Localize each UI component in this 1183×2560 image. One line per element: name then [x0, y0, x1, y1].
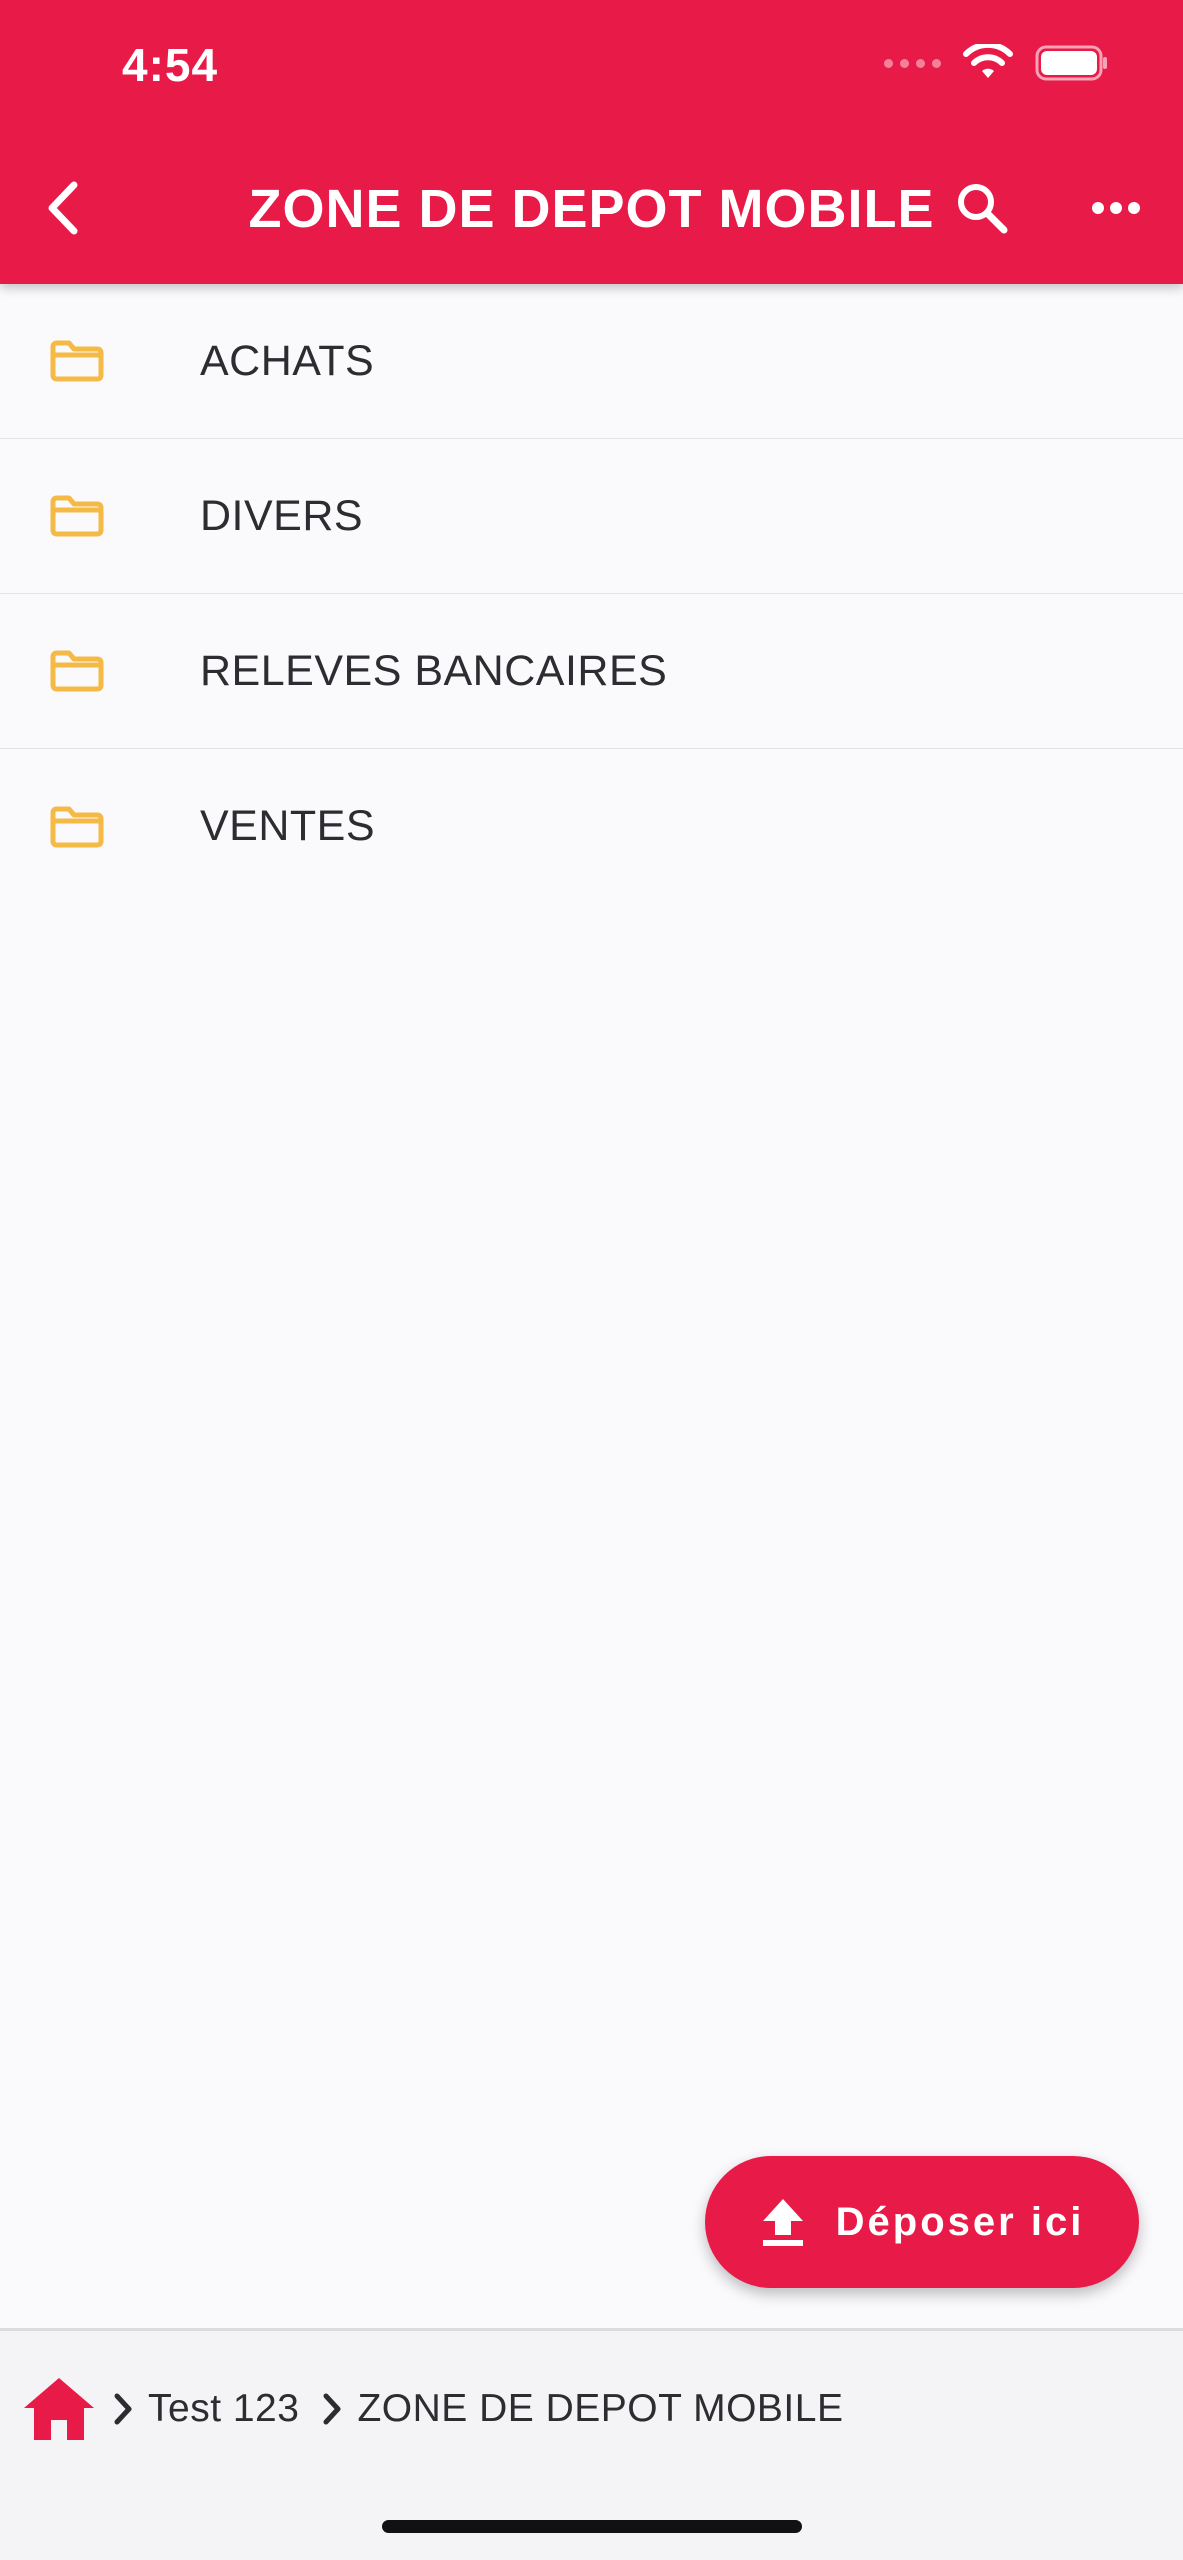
folder-label: VENTES [200, 802, 376, 850]
upload-fab-label: Déposer ici [835, 2199, 1085, 2244]
home-icon [24, 2378, 94, 2440]
upload-icon [762, 2199, 803, 2246]
folder-list: ACHATS DIVERS RELEVES BANCAIRES VENTES [0, 284, 1183, 904]
folder-label: ACHATS [200, 336, 375, 385]
breadcrumb-item-current[interactable]: ZONE DE DEPOT MOBILE [357, 2387, 843, 2431]
more-button[interactable] [1076, 168, 1156, 248]
wifi-icon [963, 44, 1013, 78]
battery-icon [1035, 45, 1107, 81]
folder-icon [0, 648, 200, 694]
chevron-left-icon [48, 181, 78, 235]
folder-label: DIVERS [200, 491, 364, 540]
search-icon [958, 184, 1008, 234]
folder-item-releves-bancaires[interactable]: RELEVES BANCAIRES [0, 594, 1183, 749]
search-button[interactable] [942, 168, 1022, 248]
folder-item-ventes[interactable]: VENTES [0, 749, 1183, 904]
chevron-right-icon [112, 2392, 134, 2426]
status-icons [884, 44, 1109, 82]
cellular-signal-icon [884, 58, 941, 68]
breadcrumb-item-test-123[interactable]: Test 123 [148, 2387, 299, 2431]
breadcrumb: Test 123 ZONE DE DEPOT MOBILE [20, 2369, 843, 2449]
folder-item-divers[interactable]: DIVERS [0, 439, 1183, 594]
upload-fab-button[interactable]: Déposer ici [705, 2156, 1139, 2288]
folder-icon [0, 804, 200, 850]
folder-label: RELEVES BANCAIRES [200, 646, 668, 695]
chevron-right-icon [321, 2392, 343, 2426]
folder-icon [0, 493, 200, 539]
app-header: 4:54 ZONE DE DEPOT MOBILE [0, 0, 1183, 284]
folder-icon [0, 338, 200, 384]
home-indicator [382, 2520, 802, 2533]
back-button[interactable] [22, 168, 102, 248]
status-time: 4:54 [122, 39, 219, 91]
app-screen: 4:54 ZONE DE DEPOT MOBILE ACHATS DIVERS … [0, 0, 1183, 2560]
more-horizontal-icon [1092, 202, 1140, 214]
breadcrumb-home-button[interactable] [20, 2374, 98, 2444]
folder-item-achats[interactable]: ACHATS [0, 284, 1183, 439]
